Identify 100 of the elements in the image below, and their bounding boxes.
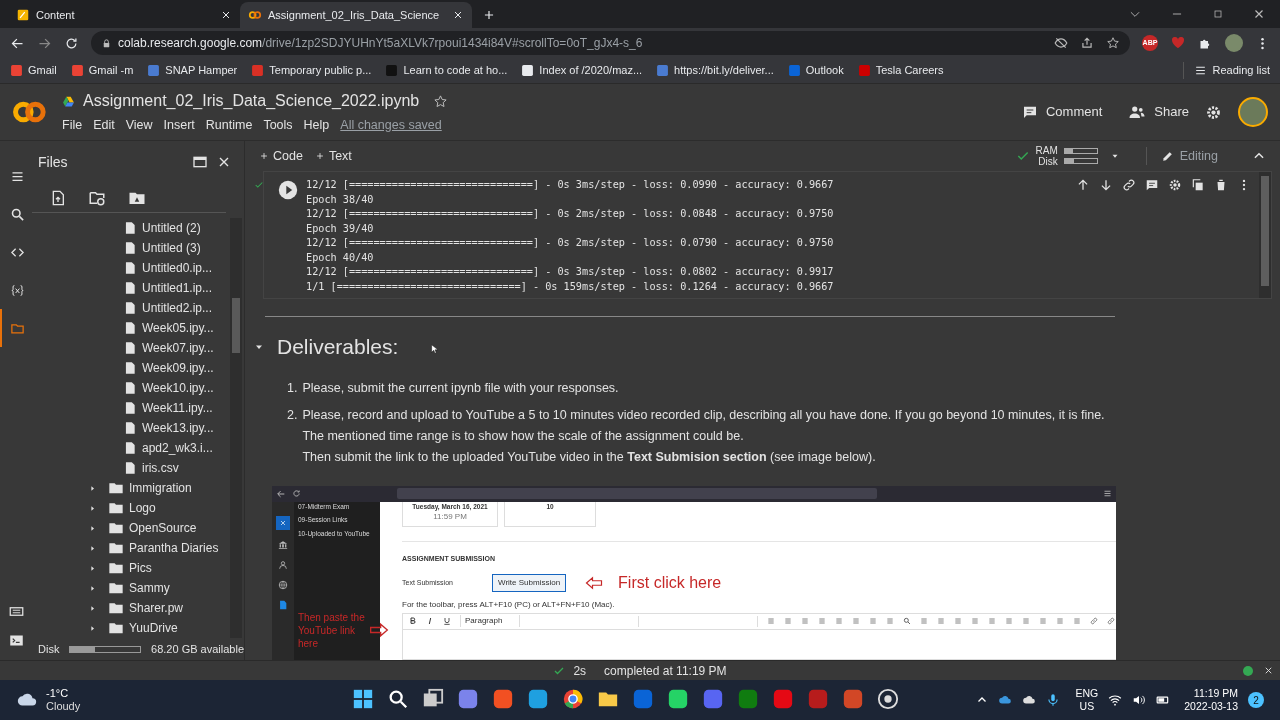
- avatar[interactable]: [1225, 34, 1243, 52]
- star-icon[interactable]: [433, 93, 449, 109]
- caret-icon[interactable]: [88, 483, 97, 493]
- keyboard-icon[interactable]: [8, 604, 24, 619]
- bookmark-link[interactable]: Tesla Careers: [875, 62, 944, 79]
- notebook-title[interactable]: Assignment_02_Iris_Data_Science_2022.ipynb: [83, 89, 420, 114]
- folder-name[interactable]: Logo: [129, 499, 156, 517]
- bookmark-link[interactable]: Index of /2020/maz...: [539, 62, 643, 79]
- close-icon[interactable]: [220, 9, 232, 21]
- caret-icon[interactable]: [88, 563, 97, 573]
- region-text[interactable]: US: [1079, 700, 1095, 713]
- caret-icon[interactable]: [88, 503, 97, 513]
- close-icon[interactable]: [1263, 665, 1274, 676]
- upload-file-icon[interactable]: [50, 189, 66, 206]
- down-arrow-icon[interactable]: [1099, 178, 1113, 192]
- close-icon[interactable]: [452, 9, 464, 21]
- file-name[interactable]: apd2_wk3.i...: [142, 439, 213, 457]
- add-code-button[interactable]: Code: [259, 146, 303, 166]
- star-icon[interactable]: [1106, 36, 1120, 50]
- settings-icon[interactable]: [1205, 103, 1222, 121]
- notification-badge[interactable]: 2: [1248, 692, 1264, 708]
- file-name[interactable]: Untitled (3): [142, 239, 201, 257]
- wifi-icon[interactable]: [1108, 693, 1123, 707]
- start-icon[interactable]: [352, 688, 374, 710]
- caret-icon[interactable]: [88, 623, 97, 633]
- menu-item[interactable]: Runtime: [205, 116, 253, 135]
- menu-item[interactable]: File: [62, 116, 83, 135]
- save-status-link[interactable]: All changes saved: [340, 116, 442, 135]
- caret-icon[interactable]: [88, 603, 97, 613]
- file-name[interactable]: Untitled1.ip...: [142, 279, 213, 297]
- file-name[interactable]: iris.csv: [142, 459, 179, 477]
- scrollbar[interactable]: [230, 218, 242, 638]
- file-name[interactable]: Untitled (2): [142, 219, 201, 237]
- file-name[interactable]: Untitled0.ip...: [142, 259, 213, 277]
- speaker-icon[interactable]: [1132, 693, 1147, 707]
- app-icon[interactable]: [527, 688, 549, 710]
- folder-name[interactable]: Pics: [129, 559, 152, 577]
- maximize-icon[interactable]: [1212, 8, 1224, 20]
- file-name[interactable]: Week09.ipy...: [142, 359, 214, 377]
- bookmark-link[interactable]: https://bit.ly/deliver...: [674, 62, 774, 79]
- bookmark-link[interactable]: Outlook: [805, 62, 844, 79]
- microphone-icon[interactable]: [1045, 693, 1060, 707]
- browser-icon[interactable]: [562, 688, 584, 710]
- menu-item[interactable]: Edit: [93, 116, 115, 135]
- app-icon[interactable]: [877, 688, 899, 710]
- mirror-cell-icon[interactable]: [1191, 178, 1205, 192]
- eye-off-icon[interactable]: [1054, 36, 1068, 50]
- add-text-button[interactable]: Text: [314, 146, 352, 166]
- caret-icon[interactable]: [88, 523, 97, 533]
- file-name[interactable]: Week05.ipy...: [142, 319, 214, 337]
- folder-name[interactable]: Immigration: [129, 479, 192, 497]
- caret-icon[interactable]: [88, 583, 97, 593]
- new-tab-icon[interactable]: [482, 8, 496, 22]
- bookmark-link[interactable]: Temporary public p...: [269, 62, 372, 79]
- up-arrow-icon[interactable]: [1076, 178, 1090, 192]
- avatar[interactable]: [1238, 97, 1268, 127]
- editing-mode-button[interactable]: Editing: [1145, 146, 1218, 166]
- reading-list-icon[interactable]: [1193, 64, 1207, 77]
- share-icon[interactable]: [1080, 36, 1094, 50]
- clock-time[interactable]: 11:19 PM: [1193, 687, 1238, 700]
- language-text[interactable]: ENG: [1075, 687, 1099, 700]
- menu-item[interactable]: Insert: [163, 116, 195, 135]
- bookmark-link[interactable]: SNAP Hamper: [165, 62, 238, 79]
- cloud-icon[interactable]: [997, 693, 1012, 707]
- comment-button[interactable]: Comment: [1021, 102, 1103, 122]
- folder-name[interactable]: OpenSource: [129, 519, 197, 537]
- link-icon[interactable]: [1122, 178, 1136, 192]
- browser-tab[interactable]: Content: [8, 2, 240, 28]
- app-icon[interactable]: [667, 688, 689, 710]
- browser-tab[interactable]: Assignment_02_Iris_Data_Science: [240, 2, 472, 28]
- caret-icon[interactable]: [88, 543, 97, 553]
- bookmark-link[interactable]: Gmail: [28, 62, 57, 79]
- app-icon[interactable]: [457, 688, 479, 710]
- file-name[interactable]: Week10.ipy...: [142, 379, 214, 397]
- menu-item[interactable]: View: [125, 116, 153, 135]
- menu-item[interactable]: Help: [303, 116, 330, 135]
- write-submission-button[interactable]: Write Submission: [492, 573, 567, 592]
- settings-icon[interactable]: [1168, 178, 1182, 192]
- search-icon[interactable]: [387, 688, 409, 710]
- reading-list-link[interactable]: Reading list: [1212, 62, 1270, 79]
- scrollbar[interactable]: [1259, 172, 1271, 298]
- window-icon[interactable]: [192, 154, 208, 170]
- address-field[interactable]: colab.research.google.com/drive/1zp2SDJYUHnYt5aXLVk7rpoui1434i84V#scrollTo=0oT_gJx4-s_6: [91, 31, 1130, 55]
- file-name[interactable]: Week13.ipy...: [142, 419, 214, 437]
- bookmark-link[interactable]: Gmail -m: [88, 62, 134, 79]
- run-button-icon[interactable]: [278, 180, 298, 200]
- battery-icon[interactable]: [1156, 693, 1171, 707]
- folder-name[interactable]: Sammy: [129, 579, 170, 597]
- terminal-icon[interactable]: [8, 633, 24, 648]
- folder-name[interactable]: YuuDrive: [129, 619, 178, 637]
- folder-name[interactable]: Parantha Diaries: [129, 539, 219, 557]
- menu-item[interactable]: Tools: [263, 116, 293, 135]
- cloud-icon[interactable]: [1021, 693, 1036, 707]
- comment-icon[interactable]: [1145, 178, 1159, 192]
- bookmark-link[interactable]: Learn to code at ho...: [403, 62, 508, 79]
- file-name[interactable]: Week07.ipy...: [142, 339, 214, 357]
- file-name[interactable]: Week11.ipy...: [142, 399, 213, 417]
- file-name[interactable]: Untitled2.ip...: [142, 299, 213, 317]
- clock-date[interactable]: 2022-03-13: [1184, 700, 1238, 713]
- reload-icon[interactable]: [64, 35, 79, 51]
